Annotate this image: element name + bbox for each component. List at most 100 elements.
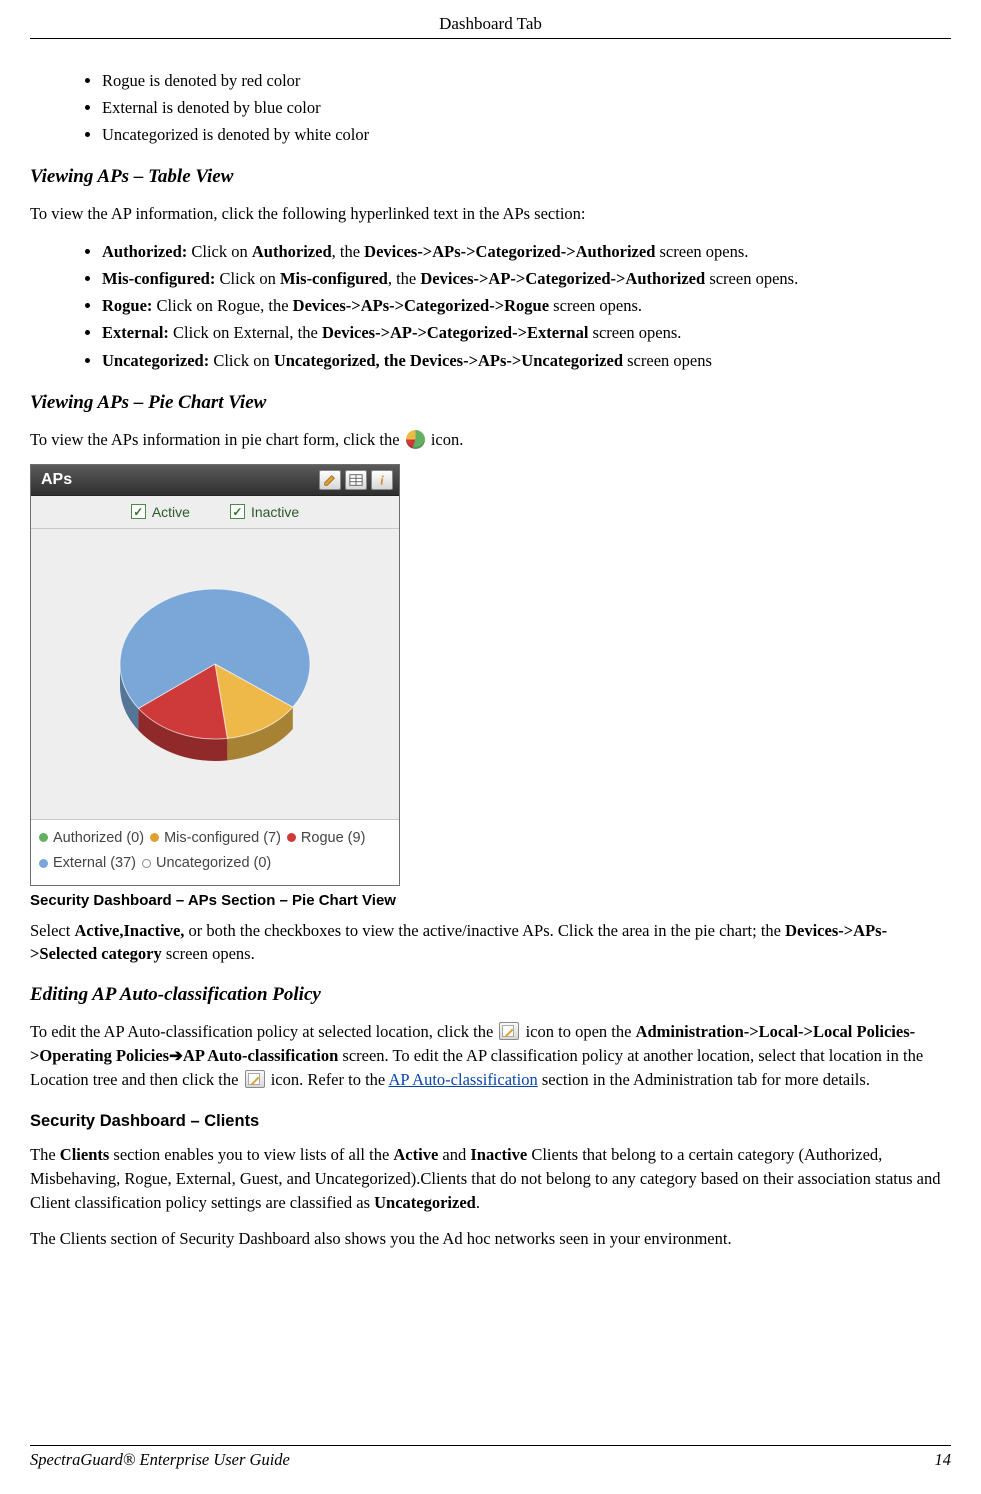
legend-dot-icon [39, 833, 48, 842]
pie-legend: Authorized (0) Mis-configured (7) Rogue (9… [31, 819, 399, 885]
list-item: Authorized: Click on Authorized, the Dev… [102, 238, 951, 265]
text: Authorized [252, 242, 332, 261]
text: The [30, 1145, 60, 1164]
legend-dot-icon [150, 833, 159, 842]
list-item: Rogue: Click on Rogue, the Devices->APs-… [102, 292, 951, 319]
text: Click on [215, 269, 280, 288]
text: Click on [209, 351, 274, 370]
checkbox-icon: ✓ [230, 504, 245, 519]
text: Inactive [470, 1145, 527, 1164]
legend-label: Rogue (9) [301, 826, 365, 851]
color-meaning-list: Rogue is denoted by red color External i… [30, 67, 951, 148]
text: , the [388, 269, 421, 288]
text: and [438, 1145, 470, 1164]
page-header: Dashboard Tab [30, 14, 951, 39]
widget-filter-row: ✓ Active ✓ Inactive [31, 496, 399, 529]
legend-item[interactable]: Mis-configured (7) [150, 826, 281, 851]
page-number: 14 [935, 1450, 952, 1470]
text: . [476, 1193, 480, 1212]
text: Active,Inactive, [74, 921, 184, 940]
checkbox-label: Active [152, 504, 190, 520]
text: , the [332, 242, 365, 261]
section-heading-table-view: Viewing APs – Table View [30, 166, 951, 188]
page-footer: SpectraGuard® Enterprise User Guide 14 [30, 1445, 951, 1470]
edit-icon [245, 1070, 265, 1088]
widget-title: APs [41, 471, 72, 489]
paragraph: To edit the AP Auto-classification polic… [30, 1020, 951, 1092]
text: screen opens. [705, 269, 798, 288]
text: icon. Refer to the [271, 1070, 389, 1089]
text: Devices->APs->Categorized->Authorized [364, 242, 655, 261]
legend-label: External (37) [53, 851, 136, 876]
active-checkbox[interactable]: ✓ Active [131, 504, 190, 520]
text: icon. [431, 430, 464, 449]
paragraph: The Clients section of Security Dashboar… [30, 1227, 951, 1251]
ap-auto-classification-link[interactable]: AP Auto-classification [388, 1070, 537, 1089]
text: Mis-configured [280, 269, 388, 288]
text: screen opens. [588, 323, 681, 342]
section-heading-edit-policy: Editing AP Auto-classification Policy [30, 984, 951, 1006]
pie-chart[interactable] [31, 529, 399, 819]
footer-title: SpectraGuard® Enterprise User Guide [30, 1450, 290, 1470]
text: screen opens. [549, 296, 642, 315]
text: screen opens. [162, 944, 255, 963]
svg-text:i: i [380, 473, 384, 487]
text: To view the APs information in pie chart… [30, 430, 404, 449]
text: Uncategorized [374, 1193, 476, 1212]
text: section enables you to view lists of all… [109, 1145, 393, 1164]
legend-item[interactable]: Uncategorized (0) [142, 851, 271, 876]
text: screen opens. [655, 242, 748, 261]
item-label: Authorized: [102, 242, 187, 261]
item-label: Uncategorized: [102, 351, 209, 370]
legend-dot-icon [142, 859, 151, 868]
legend-item[interactable]: Rogue (9) [287, 826, 365, 851]
text: Uncategorized, the Devices->APs->Uncateg… [274, 351, 623, 370]
info-icon[interactable]: i [371, 470, 393, 490]
text: Click on [187, 242, 252, 261]
list-item: External: Click on External, the Devices… [102, 319, 951, 346]
item-label: Rogue: [102, 296, 152, 315]
table-view-list: Authorized: Click on Authorized, the Dev… [30, 238, 951, 373]
text: screen opens [623, 351, 712, 370]
list-item: Uncategorized is denoted by white color [102, 121, 951, 148]
inactive-checkbox[interactable]: ✓ Inactive [230, 504, 299, 520]
text: AP Auto-classification [183, 1046, 338, 1065]
text: Click on Rogue, the [152, 296, 292, 315]
text: Devices->AP->Categorized->External [322, 323, 588, 342]
arrow-icon: ➔ [169, 1046, 183, 1065]
aps-pie-widget: APs i ✓ Active ✓ Inactive [30, 464, 400, 886]
text: or both the checkboxes to view the activ… [184, 921, 785, 940]
section-heading-clients: Security Dashboard – Clients [30, 1112, 951, 1131]
paragraph: Select Active,Inactive, or both the chec… [30, 919, 951, 967]
text: icon to open the [526, 1022, 636, 1041]
table-view-icon[interactable] [345, 470, 367, 490]
legend-label: Mis-configured (7) [164, 826, 281, 851]
text: Active [393, 1145, 438, 1164]
edit-icon [499, 1022, 519, 1040]
legend-dot-icon [39, 859, 48, 868]
section-heading-pie-view: Viewing APs – Pie Chart View [30, 392, 951, 414]
text: Clients [60, 1145, 110, 1164]
pie-chart-icon [406, 430, 425, 449]
legend-item[interactable]: External (37) [39, 851, 136, 876]
paragraph: The Clients section enables you to view … [30, 1143, 951, 1215]
list-item: Mis-configured: Click on Mis-configured,… [102, 265, 951, 292]
figure-caption: Security Dashboard – APs Section – Pie C… [30, 892, 951, 909]
legend-item[interactable]: Authorized (0) [39, 826, 144, 851]
text: Click on External, the [169, 323, 322, 342]
legend-label: Authorized (0) [53, 826, 144, 851]
text: Devices->AP->Categorized->Authorized [420, 269, 705, 288]
widget-titlebar: APs i [31, 465, 399, 496]
text: Select [30, 921, 74, 940]
legend-dot-icon [287, 833, 296, 842]
list-item: Rogue is denoted by red color [102, 67, 951, 94]
text: section in the Administration tab for mo… [538, 1070, 870, 1089]
edit-icon[interactable] [319, 470, 341, 490]
checkbox-label: Inactive [251, 504, 299, 520]
paragraph: To view the AP information, click the fo… [30, 202, 951, 226]
legend-label: Uncategorized (0) [156, 851, 271, 876]
text: To edit the AP Auto-classification polic… [30, 1022, 497, 1041]
item-label: External: [102, 323, 169, 342]
list-item: External is denoted by blue color [102, 94, 951, 121]
item-label: Mis-configured: [102, 269, 215, 288]
